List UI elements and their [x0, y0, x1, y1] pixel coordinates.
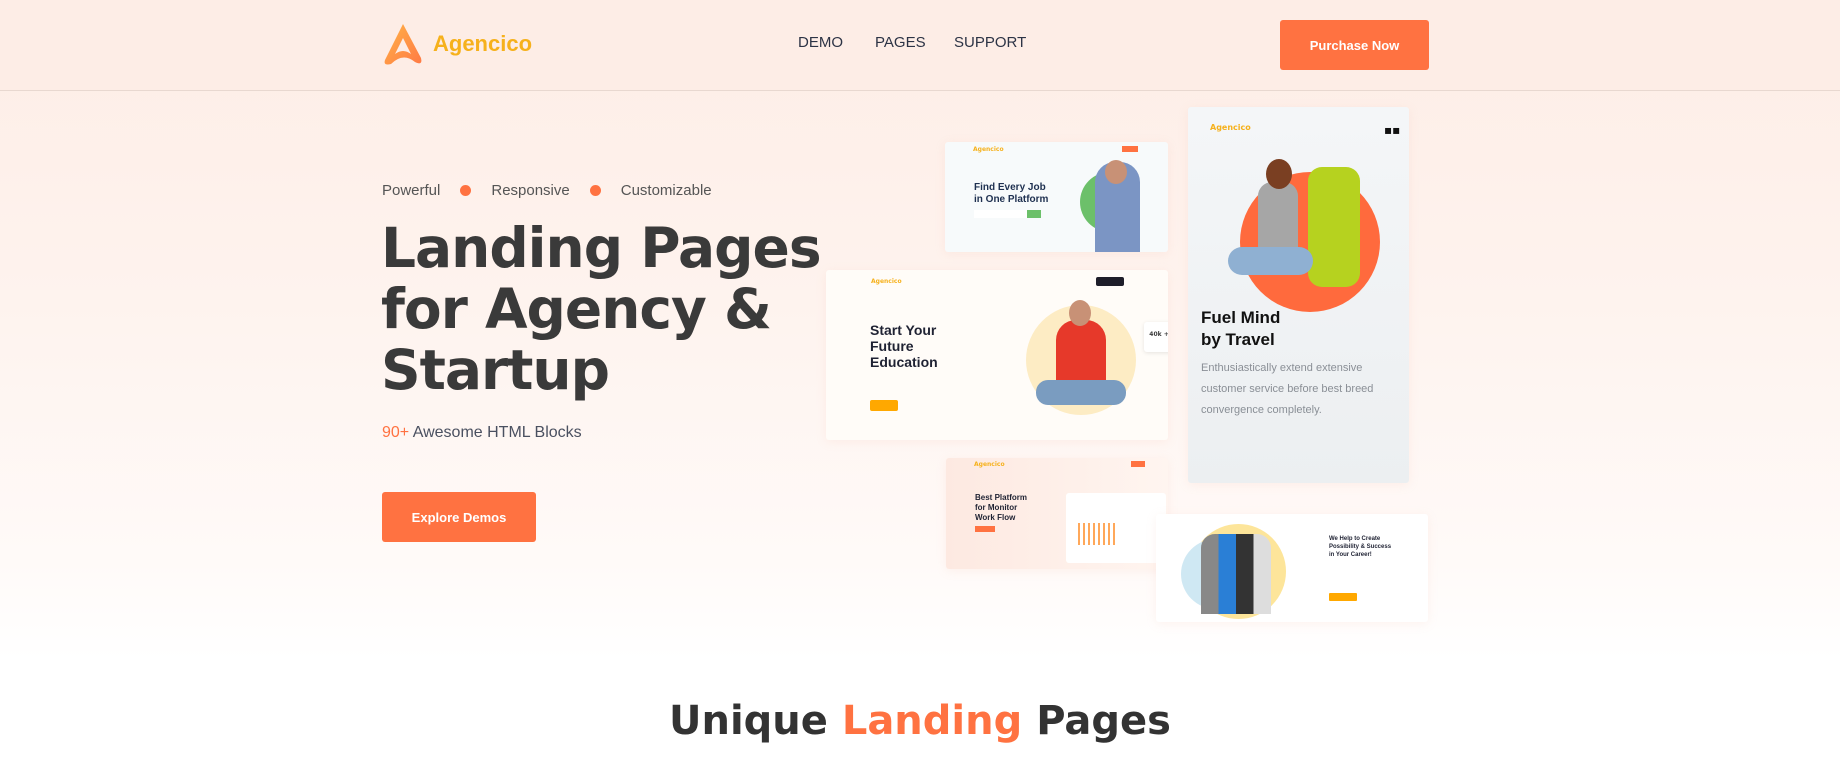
- logo-icon: [384, 24, 422, 65]
- preview-button: [1122, 146, 1138, 152]
- hero-title: Landing Pages for Agency & Startup: [381, 216, 822, 402]
- preview-brand: Agencico: [871, 278, 902, 285]
- site-header: Agencico DEMO PAGES SUPPORT Purchase Now: [0, 0, 1840, 91]
- preview-cta: [1329, 593, 1357, 601]
- blocks-count: 90+: [382, 424, 410, 441]
- preview-brand: Agencico: [974, 461, 1005, 468]
- preview-career[interactable]: We Help to Create Possibility & Success in…: [1156, 514, 1428, 622]
- preview-stat-card: 40k +: [1144, 322, 1168, 352]
- preview-person-face: [1069, 300, 1091, 326]
- preview-search: [974, 210, 1034, 218]
- preview-person-hair: [1266, 159, 1292, 189]
- blocks-label: Awesome HTML Blocks: [412, 424, 582, 441]
- blocks-count-text: 90+ Awesome HTML Blocks: [382, 424, 582, 442]
- bullet-dot-icon: [589, 185, 601, 196]
- section-title: Unique Landing Pages: [668, 698, 1171, 744]
- preview-monitor[interactable]: Agencico Best Platform for Monitor Work Fl…: [946, 458, 1168, 569]
- preview-button: [1131, 461, 1145, 467]
- nav-demo[interactable]: DEMO: [798, 34, 843, 51]
- preview-cta: [975, 526, 995, 532]
- preview-brand: Agencico: [973, 146, 1004, 153]
- feature-list: Powerful Responsive Customizable: [382, 182, 712, 199]
- preview-education[interactable]: Agencico Start Your Future Education 40k +: [826, 270, 1168, 440]
- preview-cta: [870, 400, 898, 411]
- hero-title-line: for Agency &: [381, 277, 772, 341]
- feature-powerful: Powerful: [382, 182, 441, 199]
- preview-search-button: [1027, 210, 1041, 218]
- brand-logo[interactable]: Agencico: [381, 22, 532, 66]
- nav-pages[interactable]: PAGES: [875, 34, 926, 51]
- preview-title: Start Your Future Education: [870, 322, 938, 370]
- hero-title-line: Startup: [381, 338, 610, 402]
- preview-title: We Help to Create Possibility & Success in…: [1329, 536, 1392, 558]
- brand-name: Agencico: [433, 31, 533, 56]
- preview-title: Fuel Mind by Travel: [1201, 308, 1281, 349]
- nav-support[interactable]: SUPPORT: [954, 34, 1026, 51]
- preview-title: Best Platform for Monitor Work Flow: [975, 493, 1028, 522]
- preview-button: [1096, 277, 1124, 286]
- feature-customizable: Customizable: [620, 182, 712, 199]
- feature-responsive: Responsive: [491, 182, 570, 199]
- hero-title-line: Landing Pages: [381, 216, 822, 280]
- explore-demos-button[interactable]: Explore Demos: [382, 492, 536, 542]
- preview-suitcase-image: [1308, 167, 1360, 287]
- preview-person-legs: [1228, 247, 1313, 275]
- preview-person-legs: [1036, 380, 1126, 405]
- bullet-dot-icon: [460, 185, 472, 196]
- preview-dashboard-chart: [1066, 493, 1166, 563]
- purchase-now-button[interactable]: Purchase Now: [1280, 20, 1429, 70]
- menu-grid-icon: ▪▪: [1384, 123, 1401, 137]
- preview-title: Find Every Job in One Platform: [974, 182, 1049, 205]
- preview-travel[interactable]: Agencico ▪▪ Fuel Mind by Travel Enthusias…: [1188, 107, 1409, 483]
- preview-person-face: [1105, 160, 1127, 184]
- preview-brand: Agencico: [1210, 123, 1251, 132]
- preview-people-image: [1201, 534, 1271, 614]
- preview-job-portal[interactable]: Agencico Find Every Job in One Platform: [945, 142, 1168, 252]
- preview-text: Enthusiastically extend extensive custom…: [1201, 362, 1374, 416]
